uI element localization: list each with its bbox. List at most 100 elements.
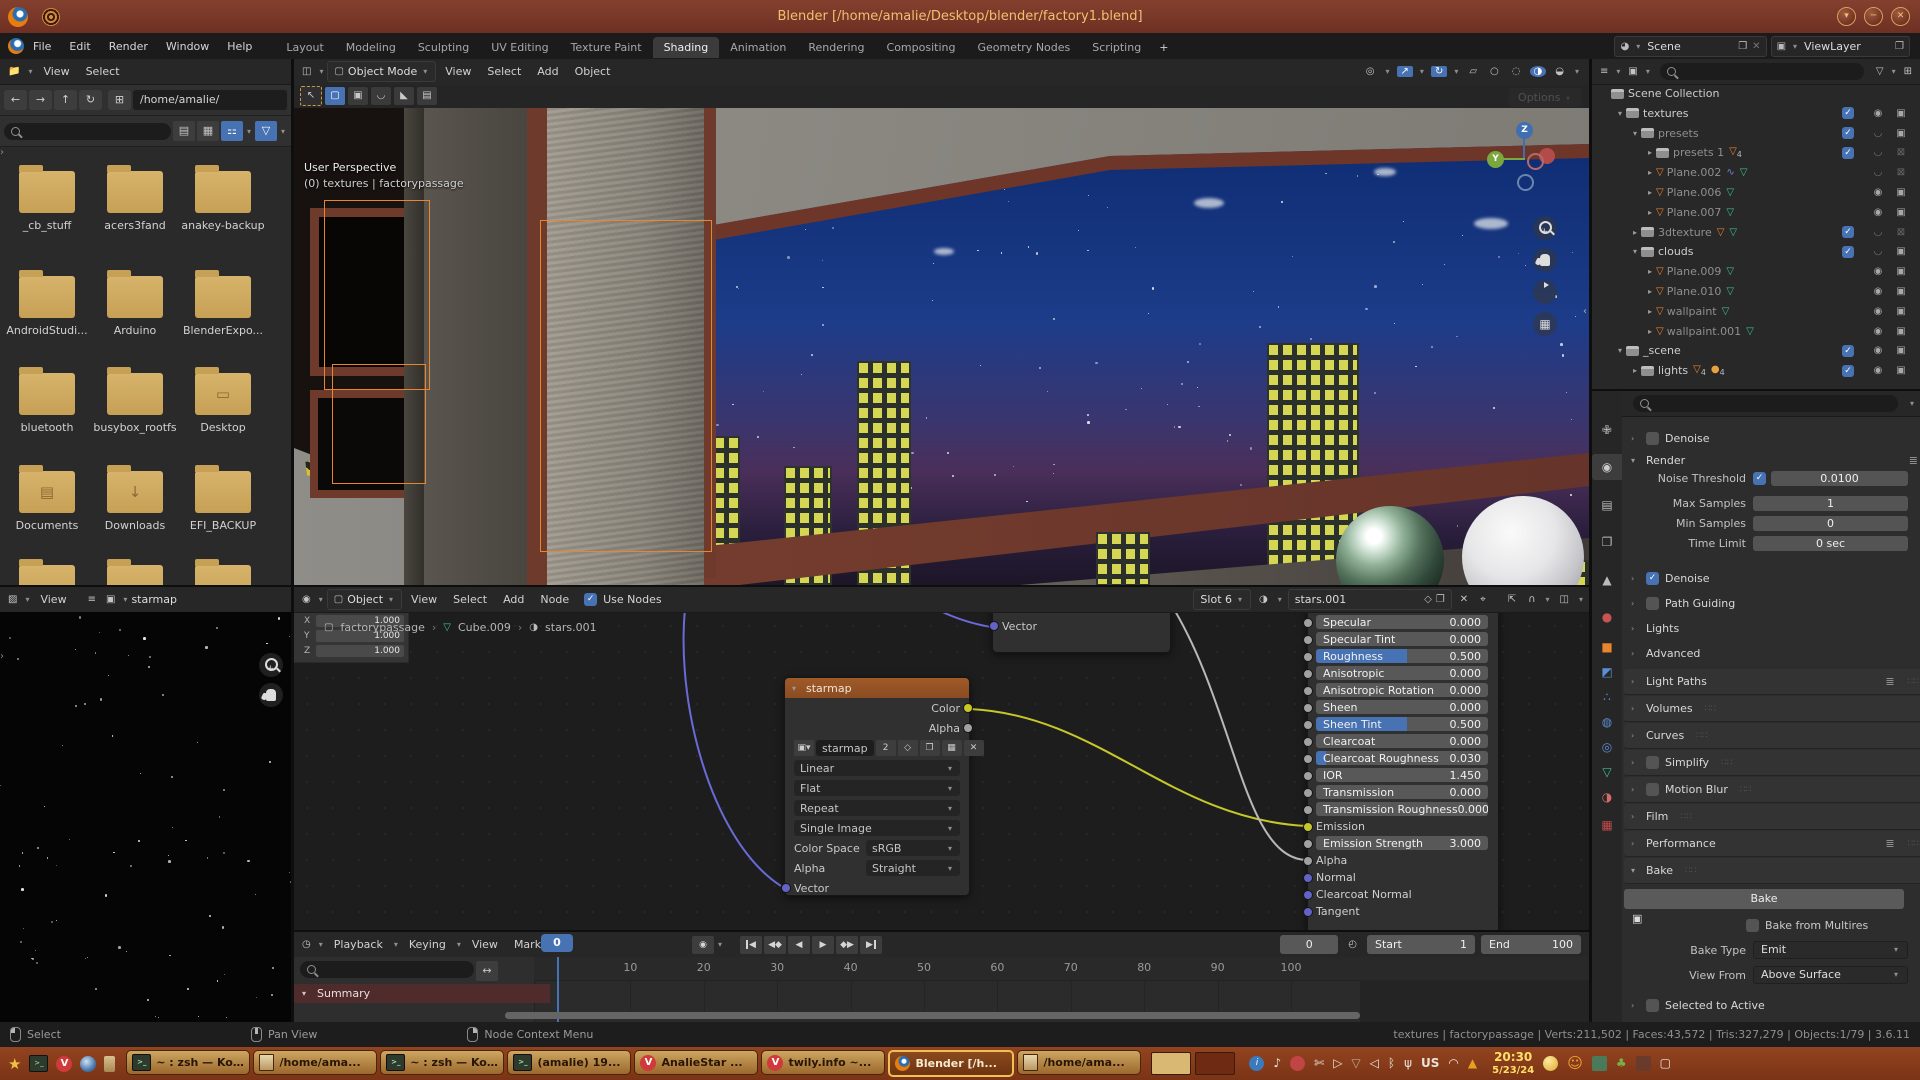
bsdf-normal[interactable]: Normal	[1307, 869, 1497, 885]
field-value[interactable]: 0	[1753, 516, 1908, 531]
folder-arduino[interactable]: Arduino	[91, 276, 179, 337]
folder-blenderexpo-[interactable]: BlenderExpo...	[179, 276, 267, 337]
image-browse-icon[interactable]: ▣	[102, 594, 119, 605]
input-socket[interactable]	[1303, 703, 1313, 713]
shader-menu-select[interactable]: Select	[446, 593, 494, 606]
subpanel-path-guiding[interactable]: ›Path Guiding	[1624, 592, 1920, 614]
outliner-row-plane-002[interactable]: ▸▽Plane.002∿▽◡⊠	[1592, 163, 1920, 182]
taskbar-window-twily-info-[interactable]: Vtwily.info ~...	[761, 1050, 885, 1075]
slider-field[interactable]: Specular0.000	[1316, 615, 1488, 629]
editor-type-icon[interactable]: ◷	[298, 939, 315, 950]
alpha-output-socket[interactable]	[963, 723, 973, 733]
users-count-button[interactable]: 2	[876, 740, 896, 756]
workspace-tab-uv-editing[interactable]: UV Editing	[480, 37, 559, 58]
back-button[interactable]: ←	[4, 90, 27, 110]
wifi-icon[interactable]: ◠	[1448, 1056, 1458, 1070]
render-camera-icon[interactable]: ▣	[1893, 345, 1909, 356]
render-camera-icon[interactable]: ▣	[1893, 326, 1909, 337]
gizmo-z-axis[interactable]: Z	[1516, 122, 1533, 139]
slider-field[interactable]: Anisotropic Rotation0.000	[1316, 683, 1488, 697]
keyboard-layout[interactable]: US	[1421, 1056, 1439, 1070]
bsdf-emission[interactable]: Emission	[1307, 818, 1497, 834]
input-socket[interactable]	[1303, 805, 1313, 815]
shading-wireframe[interactable]: ○	[1486, 66, 1503, 77]
subpanel-selected-to-active[interactable]: ›Selected to Active	[1624, 994, 1920, 1016]
input-socket[interactable]	[1303, 652, 1313, 662]
viewport-menu-add[interactable]: Add	[530, 65, 565, 78]
slider-field[interactable]: Roughness0.500	[1316, 649, 1488, 663]
shading-solid[interactable]: ◌	[1508, 66, 1525, 77]
expand-arrow[interactable]: ▸	[1645, 287, 1655, 296]
taskbar-window-blender-h-[interactable]: Blender [/h...	[888, 1050, 1014, 1077]
zoom-icon[interactable]	[1533, 216, 1557, 240]
timeline-ruler[interactable]: 102030405060708090100	[534, 957, 1589, 981]
panel-performance[interactable]: ›Performance≣∷∷	[1624, 831, 1920, 857]
simplify-checkbox[interactable]	[1646, 756, 1659, 769]
input-socket[interactable]	[1303, 754, 1313, 764]
denoise-checkbox[interactable]	[1646, 432, 1659, 445]
render-camera-icon[interactable]: ▣	[1893, 306, 1909, 317]
outliner-row--scene[interactable]: ▾_scene◉▣	[1592, 341, 1920, 360]
outliner-row-presets-1[interactable]: ▸presets 1▽4◡⊠	[1592, 143, 1920, 162]
clock[interactable]: 20:30 5/23/24	[1492, 1051, 1534, 1076]
play-button[interactable]: ▶	[812, 936, 834, 954]
input-socket[interactable]	[1303, 839, 1313, 849]
shading-material[interactable]: ◑	[1530, 66, 1547, 77]
bsdf-specular-tint[interactable]: Specular Tint0.000	[1307, 631, 1497, 647]
image-editor-side-expander[interactable]: ›	[0, 651, 4, 662]
bake-button[interactable]: Bake▣	[1624, 889, 1904, 909]
prev-frame-button[interactable]: ◀	[788, 936, 810, 954]
viewport-3d[interactable]: ◫▾ ▢ Object Mode▾ View Select Add Object…	[294, 59, 1589, 585]
fake-user-shield-icon[interactable]: ◇	[898, 740, 918, 756]
hide-eye-icon[interactable]: ◉	[1870, 187, 1886, 198]
hide-eye-closed-icon[interactable]: ◡	[1870, 167, 1886, 178]
hide-eye-icon[interactable]: ◉	[1870, 207, 1886, 218]
file-browser-menu-view[interactable]: View	[36, 65, 76, 78]
outliner-row-lights[interactable]: ▸lights▽4●4◉▣	[1592, 361, 1920, 380]
input-socket[interactable]	[1303, 618, 1313, 628]
folder-busybox-rootfs[interactable]: busybox_rootfs	[91, 373, 179, 434]
motion-blur-checkbox[interactable]	[1646, 783, 1659, 796]
bsdf-roughness[interactable]: Roughness0.500	[1307, 648, 1497, 664]
outliner-row-plane-007[interactable]: ▸▽Plane.007▽◉▣	[1592, 203, 1920, 222]
select-lasso-tool[interactable]: ▣	[348, 87, 368, 105]
window-close-button[interactable]: ✕	[1891, 7, 1910, 26]
editor-type-icon[interactable]: ◉	[298, 594, 315, 605]
breadcrumb-object[interactable]: factorypassage	[340, 621, 424, 634]
input-socket[interactable]	[1303, 686, 1313, 696]
taskbar-window--amalie-19-[interactable]: >_(amalie) 19...	[507, 1050, 631, 1075]
input-socket[interactable]	[1303, 907, 1313, 917]
phone-icon[interactable]	[1290, 1056, 1305, 1071]
bsdf-tangent[interactable]: Tangent	[1307, 903, 1497, 919]
gizmo-z-neg-axis[interactable]	[1517, 174, 1534, 191]
folder-downloads[interactable]: ↓Downloads	[91, 471, 179, 532]
folder-anakey-backup[interactable]: anakey-backup	[179, 171, 267, 232]
launcher-star-icon[interactable]: ★	[8, 1055, 21, 1073]
input-socket[interactable]	[1303, 771, 1313, 781]
taskbar-window--home-ama-[interactable]: /home/ama...	[1017, 1050, 1141, 1075]
slider-field[interactable]: Transmission Roughness0.000	[1316, 802, 1488, 816]
expand-arrow[interactable]: ▸	[1645, 148, 1655, 157]
extension-dropdown[interactable]: Repeat▾	[785, 798, 969, 818]
noise-threshold-checkbox[interactable]	[1753, 472, 1766, 485]
file-browser-side-expander[interactable]: ›	[0, 147, 4, 158]
properties-options-dropdown[interactable]: ▾	[1908, 399, 1916, 408]
drag-grip-icon[interactable]: ∷∷	[1685, 866, 1696, 876]
outliner-row-plane-010[interactable]: ▸▽Plane.010▽◉▣	[1592, 282, 1920, 301]
alpha-mode-dropdown[interactable]: Straight▾	[866, 860, 960, 876]
refresh-button[interactable]: ↻	[79, 90, 102, 110]
workspace-tab-scripting[interactable]: Scripting	[1081, 37, 1152, 58]
taskbar-window--home-ama-[interactable]: /home/ama...	[253, 1050, 377, 1075]
create-folder-button[interactable]: ⊞	[108, 90, 131, 110]
launcher-app-icon[interactable]	[104, 1056, 115, 1072]
folder-documents[interactable]: ▤Documents	[3, 471, 91, 532]
timeline-menu-view[interactable]: View	[465, 938, 505, 951]
taskbar-window--zsh-ko-[interactable]: >_~ : zsh — Ko...	[126, 1050, 250, 1075]
unlink-image-icon[interactable]: ✕	[964, 740, 984, 756]
expand-arrow[interactable]: ▾	[1615, 109, 1625, 118]
outliner-row-scene-collection[interactable]: Scene Collection	[1592, 84, 1920, 103]
slider-field[interactable]: Anisotropic0.000	[1316, 666, 1488, 680]
outliner-row-3dtexture[interactable]: ▸3dtexture▽▽◡⊠	[1592, 223, 1920, 242]
starmap-image-texture-node[interactable]: ▾starmap Color Alpha ▣▾ starmap 2 ◇ ❐ ▦ …	[784, 677, 970, 896]
bsdf-specular[interactable]: Specular0.000	[1307, 614, 1497, 630]
